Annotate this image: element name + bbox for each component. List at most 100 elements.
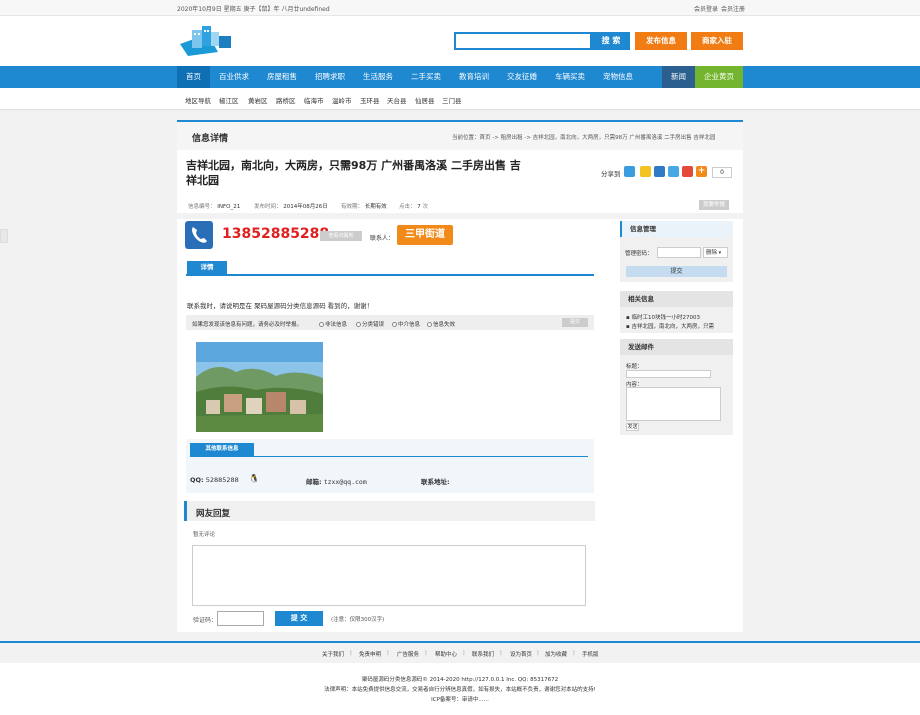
password-label: 管理密码： — [625, 251, 653, 257]
nav-item-secondhand[interactable]: 二手买卖 — [404, 66, 448, 88]
region-link[interactable]: 黄岩区 — [248, 95, 268, 105]
footer-icp: ICP备案号：审请中...... — [431, 697, 489, 703]
renren-share-icon[interactable] — [654, 166, 665, 177]
footer-separator: | — [537, 650, 539, 656]
mail-content-textarea[interactable] — [626, 387, 721, 421]
footer-separator: | — [425, 650, 427, 656]
nav-item-housing[interactable]: 房屋租售 — [260, 66, 304, 88]
captcha-label: 验证码： — [193, 617, 218, 624]
site-logo[interactable] — [178, 22, 234, 58]
footer-link[interactable]: 免责申明 — [359, 650, 381, 658]
title-bar: 信息详情 当前位置：首页 -> 租房出租 -> 吉祥北园，南北向，大两房，只需9… — [177, 120, 743, 150]
region-link[interactable]: 温岭市 — [332, 95, 352, 105]
footer-link[interactable]: 手机版 — [582, 650, 599, 658]
report-button[interactable]: 我要举报 — [699, 200, 729, 210]
manage-submit-button[interactable]: 提交 — [626, 266, 727, 277]
post-info-button[interactable]: 发布信息 — [635, 32, 687, 50]
nav-item-pets[interactable]: 宠物信息 — [596, 66, 640, 88]
search-button[interactable]: 搜 索 — [592, 32, 630, 50]
tab-detail[interactable]: 详情 — [187, 261, 227, 274]
manage-action-select[interactable]: 删除 ▾ — [703, 247, 728, 258]
nav-item-business[interactable]: 企业黄页 — [695, 66, 743, 88]
footer-link[interactable]: 关于我们 — [322, 650, 344, 658]
share-count: 0 — [712, 167, 732, 178]
region-link[interactable]: 临海市 — [304, 95, 324, 105]
footer-link[interactable]: 设为首页 — [510, 650, 532, 658]
footer-separator: | — [387, 650, 389, 656]
login-link[interactable]: 会员登录 — [694, 4, 718, 13]
phone-location-button[interactable]: 查看归属地 — [320, 231, 362, 241]
region-link[interactable]: 仙居县 — [415, 95, 435, 105]
region-link[interactable]: 路桥区 — [276, 95, 296, 105]
side-collapse-handle[interactable] — [0, 229, 8, 243]
manage-password-input[interactable] — [657, 247, 701, 258]
nav-item-vehicles[interactable]: 车辆买卖 — [548, 66, 592, 88]
other-contact-underline — [190, 456, 588, 457]
tencent-weibo-share-icon[interactable] — [668, 166, 679, 177]
post-title-line: 吉祥北园，南北向，大两房，只需98万 广州番禺洛溪 二手房出售 吉 — [186, 159, 521, 172]
captcha-input[interactable] — [217, 611, 264, 626]
nav-item-news[interactable]: 新闻 — [662, 66, 695, 88]
nav-item-services[interactable]: 生活服务 — [356, 66, 400, 88]
qq-info: QQ: 52885288 — [190, 476, 239, 484]
main-nav: 首页 百业供求 房屋租售 招聘求职 生活服务 二手买卖 教育培训 交友征婚 车辆… — [0, 66, 920, 88]
breadcrumb[interactable]: 当前位置：首页 -> 租房出租 -> 吉祥北园，南北向，大两房，只需98万 广州… — [452, 133, 715, 141]
mail-subject-input[interactable] — [626, 370, 711, 378]
footer-link[interactable]: 联系我们 — [472, 650, 494, 658]
footer-separator: | — [500, 650, 502, 656]
footer-link[interactable]: 广告服务 — [397, 650, 419, 658]
nav-item-education[interactable]: 教育培训 — [452, 66, 496, 88]
region-link[interactable]: 椒江区 — [219, 95, 239, 105]
tab-other-contact[interactable]: 其他联系信息 — [190, 443, 254, 456]
report-text: 如果您发现该信息有问题，请务必及时举报。 — [192, 322, 303, 328]
qq-icon[interactable]: 🐧 — [249, 474, 259, 483]
related-title: 相关信息 — [620, 291, 733, 307]
manage-title: 信息管理 — [620, 221, 733, 237]
page-title: 信息详情 — [192, 134, 229, 144]
related-item[interactable]: ▪ 吉祥北园，南北向，大两房，只需 — [626, 322, 714, 330]
top-bar: 2020年10月9日 星期五 庚子【鼠】年 八月廿undefined 会员登录 … — [0, 0, 920, 16]
address-info: 联系地址: — [421, 478, 450, 486]
region-nav-title[interactable]: 地区导航 — [185, 95, 211, 105]
mail-subject-label: 标题： — [626, 364, 643, 370]
netease-share-icon[interactable] — [682, 166, 693, 177]
nav-item-dating[interactable]: 交友征婚 — [500, 66, 544, 88]
related-item[interactable]: ▪ 临时工10块钱一小时27003 — [626, 313, 700, 321]
report-option-expired[interactable]: 信息失效 — [427, 320, 455, 328]
reply-header: 网友回复 — [184, 501, 595, 521]
region-link[interactable]: 天台县 — [387, 95, 407, 105]
report-submit-button[interactable]: 提交 — [562, 318, 588, 327]
region-link[interactable]: 三门县 — [442, 95, 462, 105]
footer-separator: | — [573, 650, 575, 656]
qzone-share-icon[interactable] — [624, 166, 635, 177]
post-title: 吉祥北园，南北向，大两房，只需98万 广州番禺洛溪 二手房出售 吉 祥北园 — [186, 158, 546, 188]
listing-photo[interactable] — [196, 342, 323, 432]
nav-item-home[interactable]: 首页 — [177, 66, 210, 88]
footer-link[interactable]: 加为收藏 — [545, 650, 567, 658]
contact-label: 联系人： — [370, 235, 395, 242]
search-input[interactable] — [454, 32, 592, 50]
more-share-icon[interactable]: + — [696, 166, 707, 177]
report-option-illegal[interactable]: 非法信息 — [319, 320, 347, 328]
region-link[interactable]: 玉环县 — [360, 95, 380, 105]
footer-copyright: 聚码屋源码分类信息源码© 2014-2020 http://127.0.0.1 … — [361, 677, 559, 683]
nav-item-jobs[interactable]: 招聘求职 — [308, 66, 352, 88]
reply-note: (注意：仅限300汉字) — [331, 617, 385, 623]
merchant-join-button[interactable]: 商家入驻 — [691, 32, 743, 50]
report-option-agent[interactable]: 中介信息 — [392, 320, 420, 328]
phone-icon — [185, 221, 213, 249]
divider — [177, 213, 743, 219]
footer-disclaimer: 法律声明：本站免费提供信息交流，交易者自行分辨信息真假，如有损失，本站概不负责，… — [324, 687, 596, 693]
meta-id: 信息编号： INFO_21 — [188, 204, 241, 210]
footer-link[interactable]: 帮助中心 — [435, 650, 457, 658]
tab-underline — [186, 274, 594, 276]
no-comment-text: 暂无评论 — [193, 532, 216, 538]
mail-send-button[interactable]: 发送 — [626, 423, 639, 431]
nav-item-supply[interactable]: 百业供求 — [212, 66, 256, 88]
register-link[interactable]: 会员注册 — [721, 4, 745, 13]
comment-textarea[interactable] — [192, 545, 586, 606]
report-option-category[interactable]: 分类错误 — [356, 320, 384, 328]
reply-submit-button[interactable]: 提 交 — [275, 611, 323, 626]
weibo-share-icon[interactable] — [640, 166, 651, 177]
meta-views: 点击： 7 次 — [399, 204, 429, 210]
